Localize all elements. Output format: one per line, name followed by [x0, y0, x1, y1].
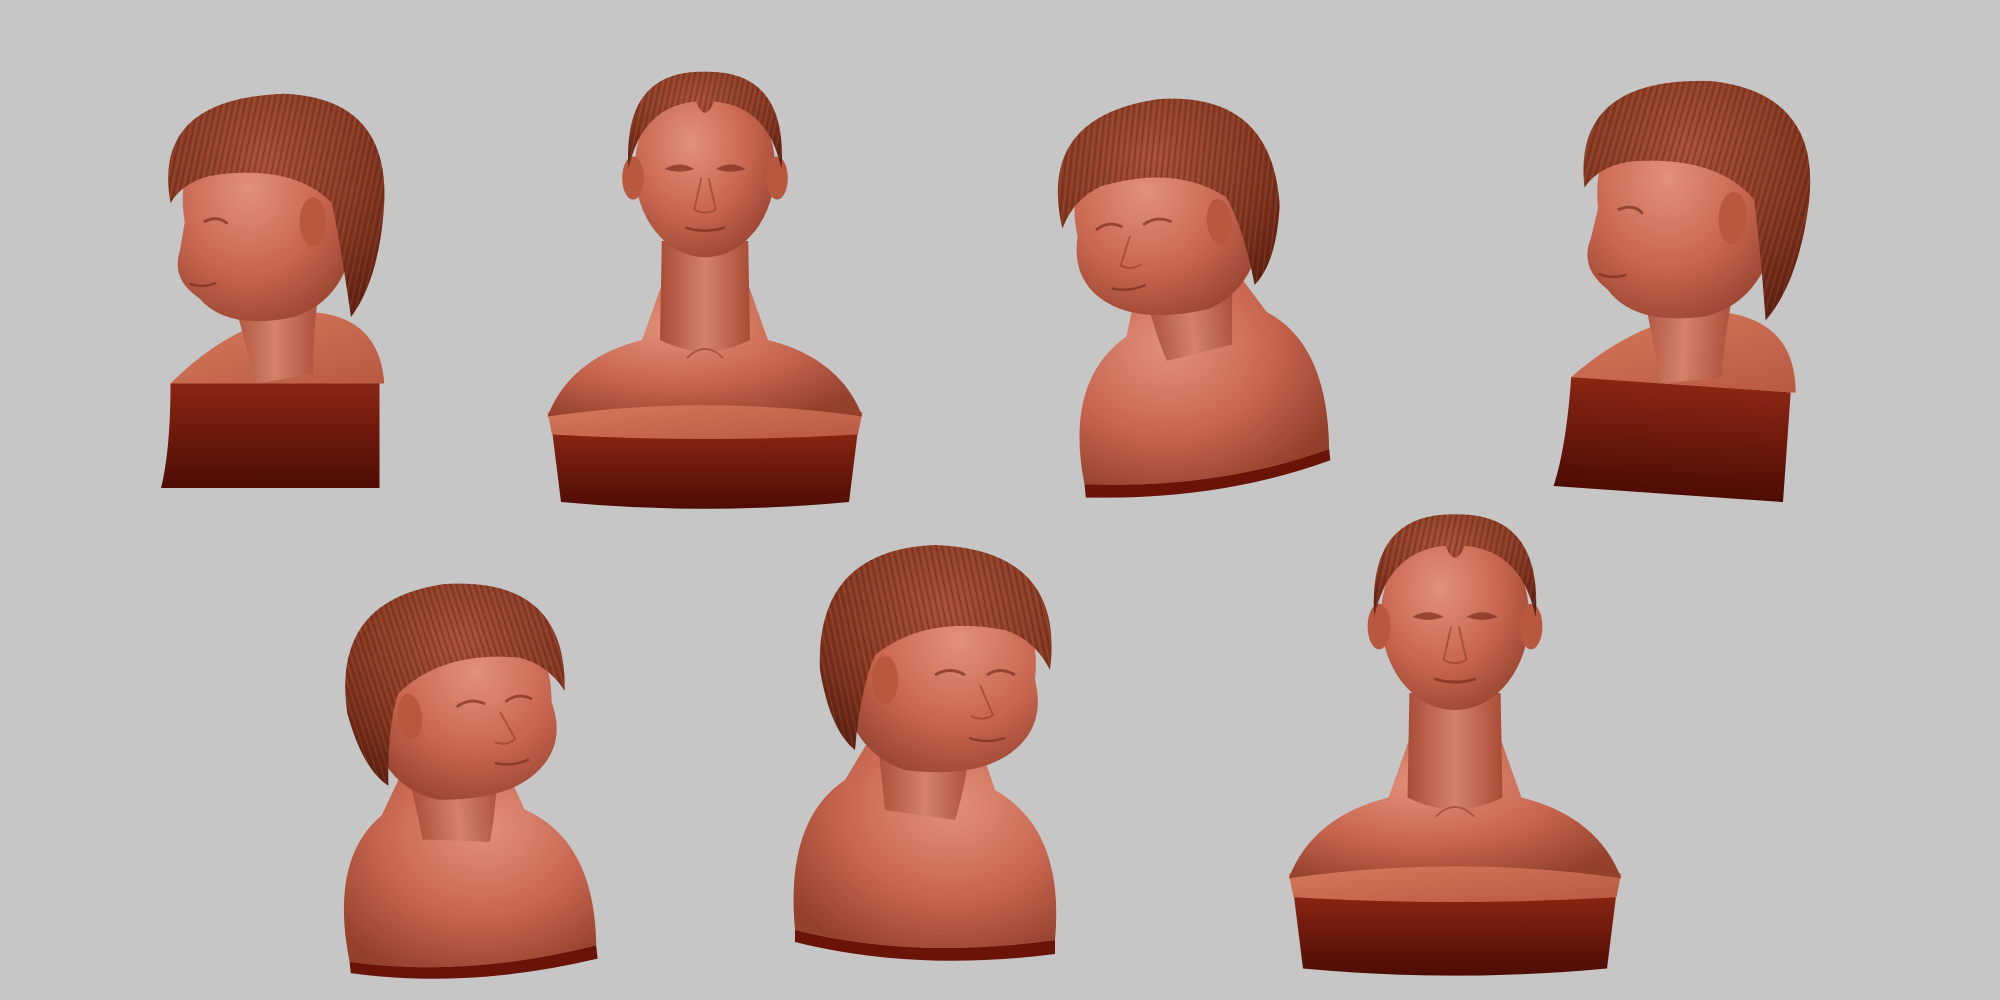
viewport-canvas	[0, 0, 2000, 1000]
bust-view-left-side-up	[159, 92, 386, 490]
